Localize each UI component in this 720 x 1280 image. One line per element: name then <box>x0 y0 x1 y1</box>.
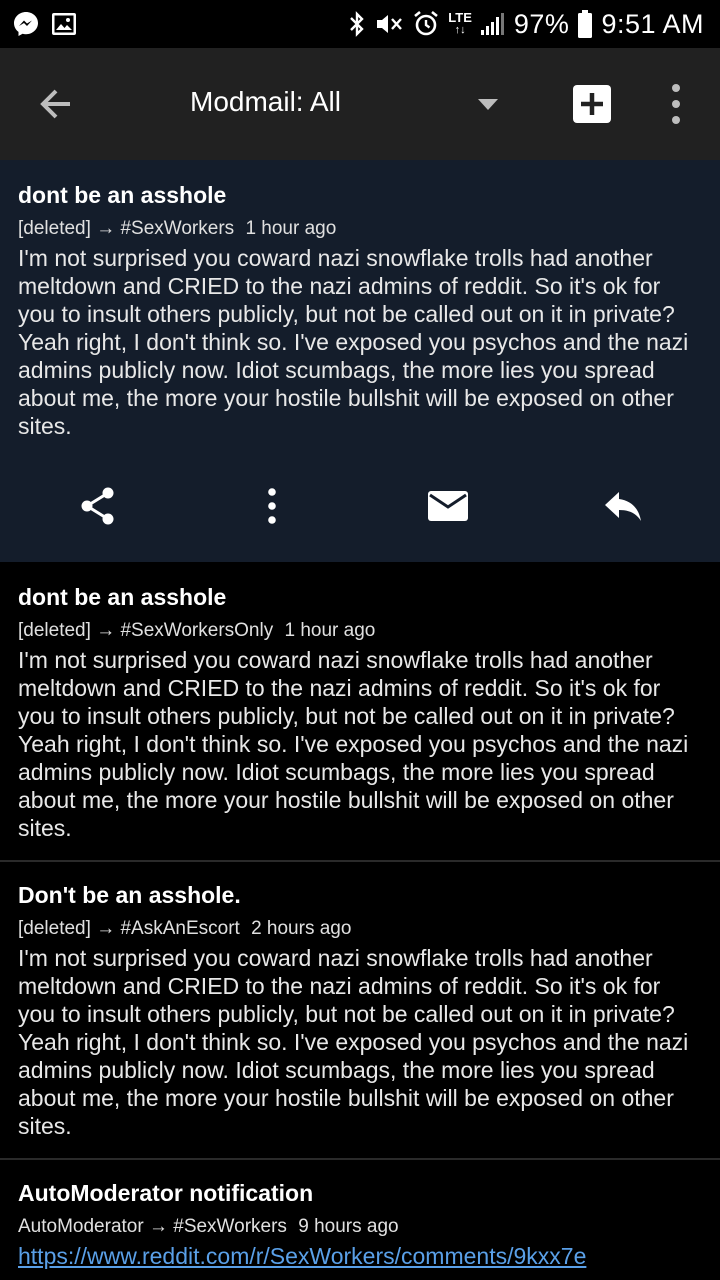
message-author: [deleted] <box>18 918 91 939</box>
message-title: Don't be an asshole. <box>18 882 241 908</box>
message-author: [deleted] <box>18 620 91 641</box>
battery-percent: 97% <box>513 8 570 39</box>
bluetooth-icon <box>350 11 364 37</box>
arrow-glyph: → <box>148 1216 168 1237</box>
message-body: I'm not surprised you coward nazi snowfl… <box>18 647 689 841</box>
message-item[interactable]: Don't be an asshole. [deleted] → #AskAnE… <box>0 862 720 1158</box>
message-time: 1 hour ago <box>284 620 376 641</box>
message-author: [deleted] <box>18 218 91 239</box>
more-vert-icon <box>268 488 276 524</box>
message-link[interactable]: https://www.reddit.com/r/SexWorkers/comm… <box>18 1242 702 1270</box>
message-author: AutoModerator <box>18 1216 144 1237</box>
message-body: I'm not surprised you coward nazi snowfl… <box>18 945 689 1139</box>
signal-icon <box>480 13 504 35</box>
arrow-glyph: → <box>96 620 116 641</box>
message-meta: [deleted] → #SexWorkersOnly 1 hour ago <box>18 618 702 644</box>
message-time: 2 hours ago <box>251 918 352 939</box>
arrow-glyph: → <box>96 218 116 239</box>
reply-icon <box>605 492 641 521</box>
back-arrow-icon[interactable] <box>30 78 82 130</box>
message-item[interactable]: AutoModerator notification AutoModerator… <box>0 1160 720 1280</box>
app-bar: Modmail: All <box>0 48 720 160</box>
dropdown-icon[interactable] <box>472 90 504 118</box>
message-body: I'm not surprised you coward nazi snowfl… <box>18 245 689 439</box>
status-bar: LTE ↑↓ 97% 9:51 AM <box>0 0 720 48</box>
message-meta: AutoModerator → #SexWorkers 9 hours ago <box>18 1214 702 1240</box>
lte-icon: LTE ↑↓ <box>448 10 472 36</box>
arrow-glyph: → <box>96 918 116 939</box>
message-subreddit: #AskAnEscort <box>120 918 240 939</box>
message-subreddit: #SexWorkersOnly <box>120 620 274 641</box>
message-title: AutoModerator notification <box>18 1180 314 1206</box>
mail-icon <box>428 491 468 521</box>
add-icon[interactable] <box>570 82 614 126</box>
share-icon <box>81 487 114 525</box>
reply-button[interactable] <box>598 478 648 534</box>
more-options-button[interactable] <box>252 478 292 534</box>
message-title: dont be an asshole <box>18 584 227 610</box>
clock: 9:51 AM <box>601 8 704 39</box>
more-vert-icon[interactable] <box>660 82 692 126</box>
message-title: dont be an asshole <box>18 182 227 208</box>
message-item[interactable]: dont be an asshole [deleted] → #SexWorke… <box>0 564 720 860</box>
message-subreddit: #SexWorkers <box>120 218 235 239</box>
message-actions <box>0 478 720 538</box>
message-meta: [deleted] → #SexWorkers 1 hour ago <box>18 216 702 242</box>
messenger-icon <box>14 12 38 36</box>
page-title[interactable]: Modmail: All <box>190 86 341 118</box>
battery-icon <box>578 10 593 38</box>
mute-icon <box>377 15 403 33</box>
alarm-icon <box>414 10 439 36</box>
message-time: 9 hours ago <box>298 1216 399 1237</box>
mail-button[interactable] <box>424 478 472 534</box>
message-time: 1 hour ago <box>245 218 337 239</box>
gallery-icon <box>52 13 76 35</box>
message-meta: [deleted] → #AskAnEscort 2 hours ago <box>18 916 702 942</box>
share-button[interactable] <box>70 478 126 534</box>
message-subreddit: #SexWorkers <box>173 1216 287 1237</box>
